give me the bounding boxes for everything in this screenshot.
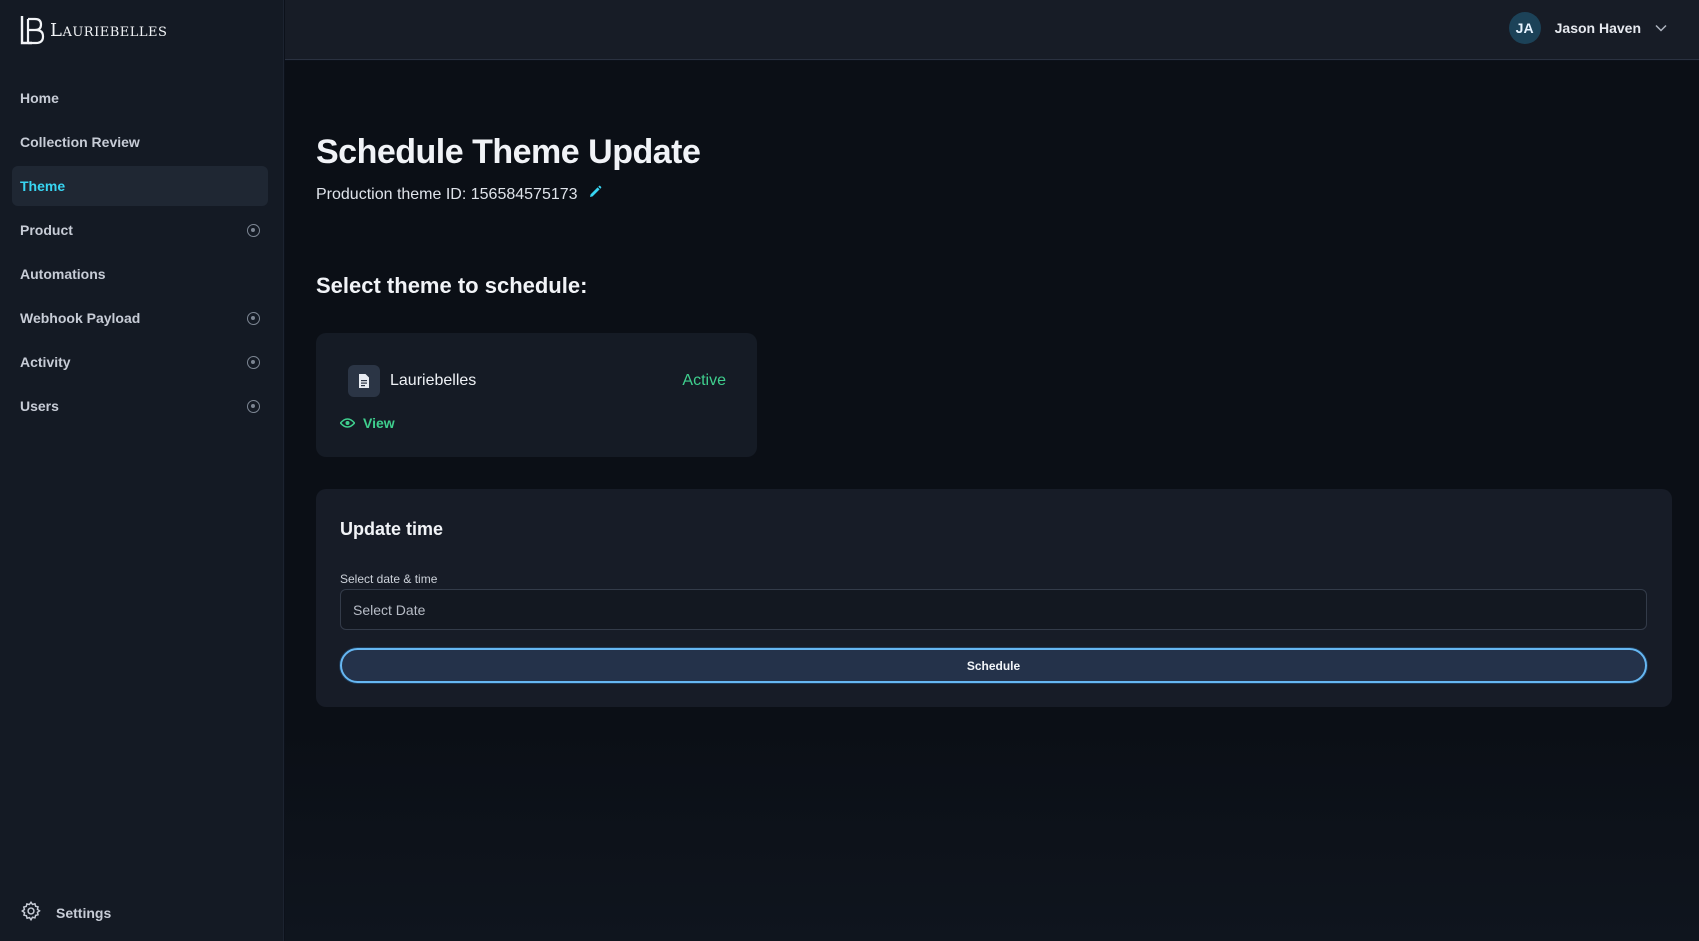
status-badge: Active [682, 372, 726, 389]
sidebar-item-label: Home [20, 90, 59, 106]
sidebar-item-product[interactable]: Product [12, 210, 268, 250]
chevron-down-icon[interactable] [1655, 19, 1667, 37]
sidebar-item-collection-review[interactable]: Collection Review [12, 122, 268, 162]
main-content: Schedule Theme Update Production theme I… [285, 61, 1699, 941]
view-label: View [363, 415, 395, 431]
eye-icon [339, 415, 356, 431]
sidebar-item-label: Automations [20, 266, 106, 282]
sidebar-item-home[interactable]: Home [12, 78, 268, 118]
brand-logo[interactable]: Lauriebelles [20, 14, 167, 46]
avatar[interactable]: JA [1508, 12, 1541, 44]
expand-circle-icon[interactable] [247, 399, 260, 413]
sidebar-nav: Home Collection Review Theme Product Aut… [12, 78, 268, 430]
logo-mark-icon [20, 14, 46, 46]
sidebar-item-label: Users [20, 398, 59, 414]
theme-id-label: Production theme ID: [316, 185, 467, 203]
sidebar-item-label: Product [20, 222, 73, 238]
sidebar-item-settings[interactable]: Settings [20, 900, 111, 925]
update-time-title: Update time [340, 519, 444, 539]
gear-icon [20, 900, 42, 925]
expand-circle-icon[interactable] [247, 355, 260, 369]
settings-label: Settings [56, 904, 112, 921]
expand-circle-icon[interactable] [247, 223, 260, 237]
pencil-icon[interactable] [588, 185, 602, 204]
date-time-label: Select date & time [340, 572, 438, 586]
user-menu[interactable]: JA Jason Haven [1508, 12, 1667, 44]
update-time-card: Update time Select date & time Schedule [316, 489, 1672, 707]
section-title: Select theme to schedule: [316, 273, 588, 298]
page-title: Schedule Theme Update [316, 133, 701, 171]
top-bar: JA Jason Haven [285, 0, 1699, 60]
sidebar-item-users[interactable]: Users [12, 386, 268, 426]
sidebar-item-automations[interactable]: Automations [12, 254, 268, 294]
brand-name: Lauriebelles [50, 19, 168, 41]
sidebar-item-label: Activity [20, 354, 71, 370]
production-theme-id: Production theme ID: 156584575173 [316, 185, 602, 204]
view-link[interactable]: View [339, 415, 395, 431]
sidebar-item-label: Collection Review [20, 134, 140, 150]
document-icon [348, 365, 380, 397]
theme-name: Lauriebelles [390, 372, 477, 389]
schedule-button[interactable]: Schedule [340, 648, 1647, 683]
sidebar-item-theme[interactable]: Theme [12, 166, 268, 206]
sidebar-item-webhook-payload[interactable]: Webhook Payload [12, 298, 268, 338]
sidebar-item-activity[interactable]: Activity [12, 342, 268, 382]
sidebar-item-label: Webhook Payload [20, 310, 141, 326]
theme-card[interactable]: Lauriebelles Active View [316, 333, 757, 457]
expand-circle-icon[interactable] [247, 311, 260, 325]
sidebar-item-label: Theme [20, 178, 66, 194]
theme-id-value: 156584575173 [470, 185, 578, 203]
user-name[interactable]: Jason Haven [1555, 20, 1641, 36]
sidebar: Lauriebelles Home Collection Review Them… [0, 0, 284, 941]
date-picker-input[interactable] [340, 589, 1647, 630]
